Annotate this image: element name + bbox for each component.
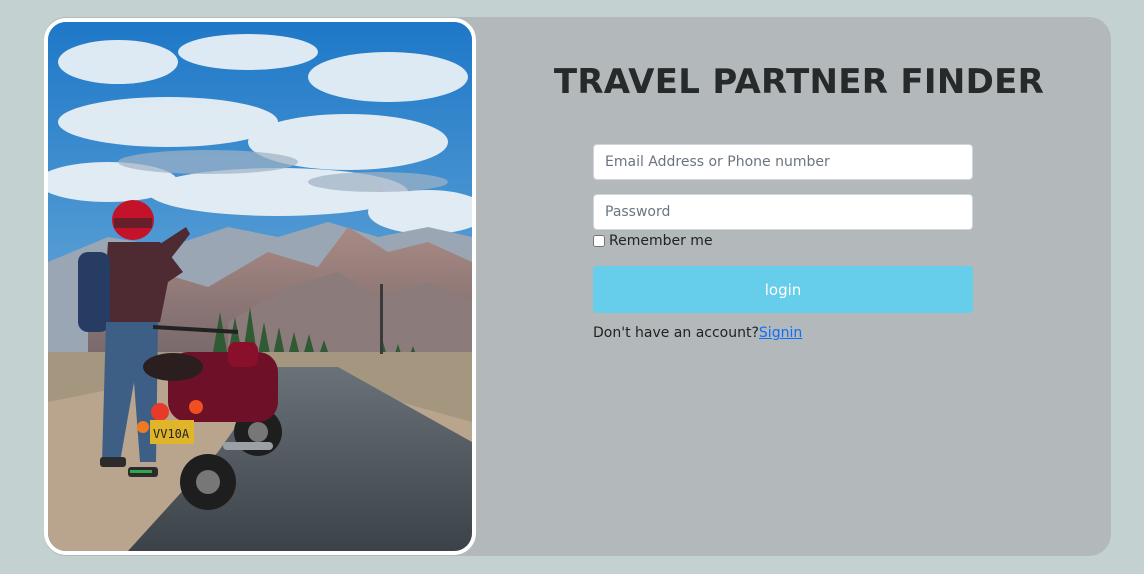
password-input[interactable] (593, 194, 973, 230)
hero-illustration: VV10A (48, 22, 472, 551)
license-plate: VV10A (153, 427, 190, 441)
email-input[interactable] (593, 144, 973, 180)
signup-prompt: Don't have an account?Signin (593, 325, 802, 341)
no-account-text: Don't have an account? (593, 325, 759, 341)
page-title: TRAVEL PARTNER FINDER (553, 62, 1045, 102)
login-button[interactable]: login (593, 266, 973, 313)
remember-me-checkbox[interactable] (593, 235, 605, 247)
remember-me[interactable]: Remember me (593, 233, 713, 249)
hero-image: VV10A (44, 18, 476, 555)
remember-me-label: Remember me (609, 233, 713, 249)
signin-link[interactable]: Signin (759, 325, 802, 341)
